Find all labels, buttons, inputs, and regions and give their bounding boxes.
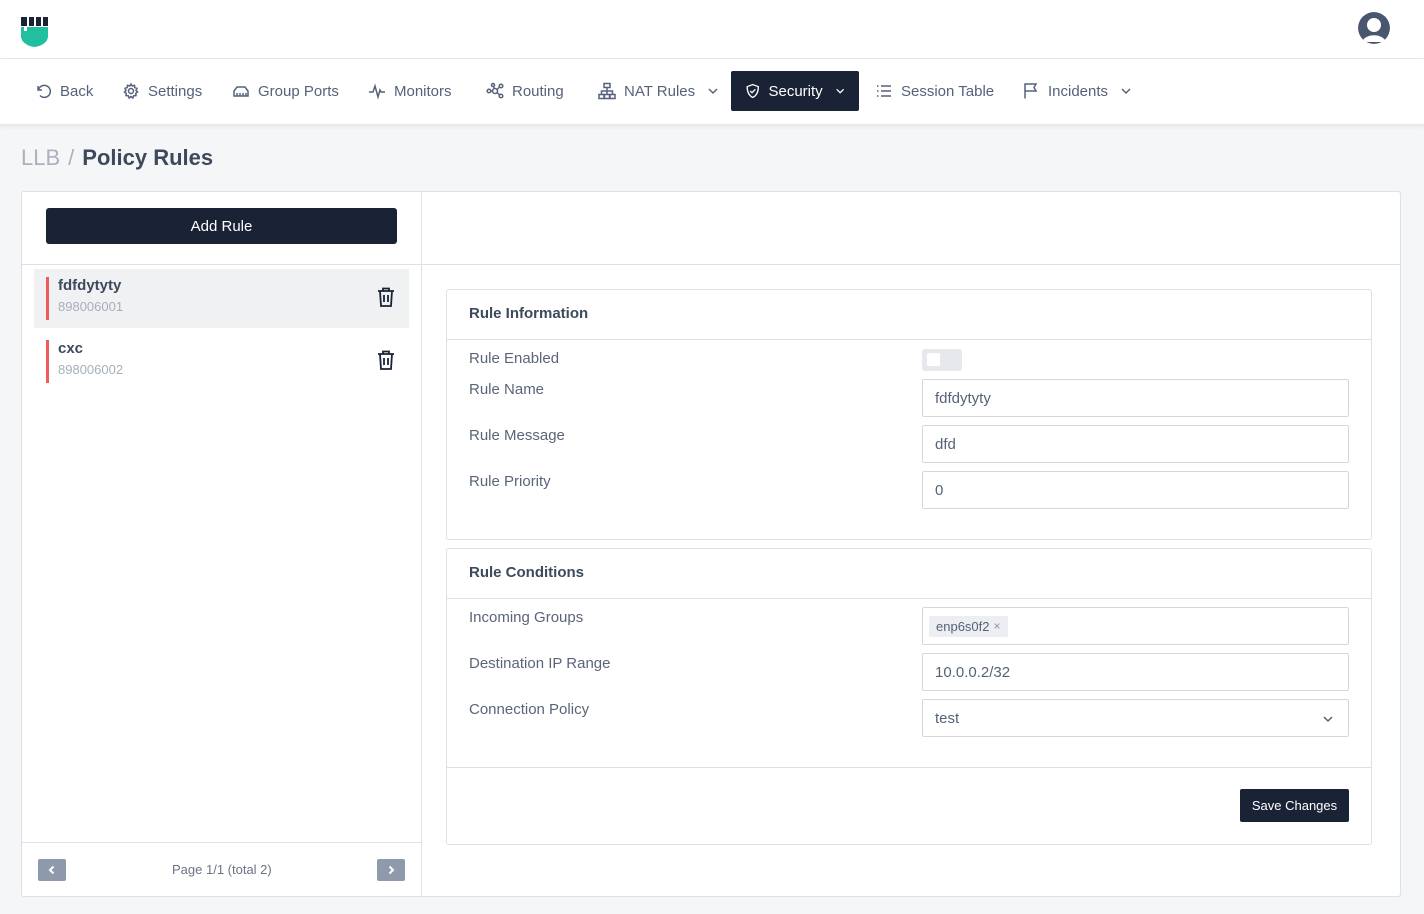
ports-icon (233, 86, 249, 97)
dest-ip-input[interactable]: 10.0.0.2/32 (922, 653, 1349, 691)
divider (447, 767, 1371, 768)
nav-label: Incidents (1048, 82, 1109, 100)
incoming-groups-label: Incoming Groups (469, 609, 584, 626)
nav-monitors[interactable]: Monitors (354, 71, 466, 111)
brand-logo-icon[interactable] (20, 16, 50, 48)
rule-status-bar (46, 340, 49, 383)
card-title: Rule Information (469, 305, 589, 322)
breadcrumb-separator: / (68, 145, 75, 170)
rule-list-item[interactable]: fdfdytyty 898006001 (34, 269, 409, 328)
trash-icon[interactable] (376, 286, 396, 308)
nav-label: Settings (148, 82, 203, 100)
nav-back[interactable]: Back (20, 71, 107, 111)
nav-nat-rules[interactable]: NAT Rules (584, 71, 733, 111)
rule-enabled-toggle[interactable] (922, 349, 962, 371)
breadcrumb: LLB / Policy Rules (21, 145, 213, 171)
undo-icon (37, 84, 52, 99)
next-page-button[interactable] (377, 859, 405, 881)
rule-enabled-label: Rule Enabled (469, 350, 560, 367)
nav-security[interactable]: Security (731, 71, 859, 111)
nav-label: Session Table (901, 82, 995, 100)
select-value: test (935, 709, 960, 727)
top-bar (0, 0, 1424, 59)
rules-sidebar: Add Rule fdfdytyty 898006001 cxc 8980060… (22, 192, 422, 896)
rule-priority-input[interactable]: 0 (922, 471, 1349, 509)
nav-settings[interactable]: Settings (108, 71, 216, 111)
user-avatar-icon[interactable] (1358, 12, 1390, 44)
rule-name: fdfdytyty (58, 277, 122, 294)
nav-incidents[interactable]: Incidents (1008, 71, 1146, 111)
chevron-down-icon (1121, 88, 1131, 95)
group-tag: enp6s0f2 × (929, 615, 1008, 637)
shield-icon (746, 83, 759, 99)
rule-id: 898006002 (58, 362, 124, 377)
rule-name: cxc (58, 340, 84, 357)
divider (447, 598, 1371, 599)
pulse-icon (369, 83, 385, 100)
chevron-left-icon (48, 865, 55, 875)
nav-label: Routing (512, 82, 564, 100)
nav-session-table[interactable]: Session Table (861, 71, 1008, 111)
pager-status: Page 1/1 (total 2) (172, 862, 272, 877)
main-nav: Back Settings Group Ports Monitors Routi… (0, 59, 1424, 125)
flag-icon (1024, 83, 1038, 99)
rule-message-label: Rule Message (469, 427, 565, 444)
breadcrumb-root[interactable]: LLB (21, 145, 60, 171)
connection-policy-label: Connection Policy (469, 701, 590, 718)
nav-group-ports[interactable]: Group Ports (218, 71, 353, 111)
prev-page-button[interactable] (38, 859, 66, 881)
chevron-down-icon (708, 88, 718, 95)
rule-name-input[interactable]: fdfdytyty (922, 379, 1349, 417)
list-icon (877, 85, 891, 97)
network-icon (598, 82, 616, 100)
tag-remove-icon[interactable]: × (994, 619, 1001, 633)
trash-icon[interactable] (376, 349, 396, 371)
main-panel: Add Rule fdfdytyty 898006001 cxc 8980060… (21, 191, 1401, 897)
nav-label: Monitors (394, 82, 452, 100)
rule-information-card: Rule Information Rule Enabled Rule Name … (446, 289, 1372, 540)
rule-message-input[interactable]: dfd (922, 425, 1349, 463)
rule-conditions-card: Rule Conditions Incoming Groups enp6s0f2… (446, 548, 1372, 845)
nav-routing[interactable]: Routing (472, 71, 578, 111)
routing-icon (486, 82, 504, 99)
gear-icon (123, 82, 139, 100)
rule-list-item[interactable]: cxc 898006002 (34, 332, 409, 391)
save-changes-button[interactable]: Save Changes (1240, 789, 1349, 822)
rule-status-bar (46, 277, 49, 320)
nav-label: Security (768, 82, 823, 100)
chevron-down-icon (1323, 716, 1333, 723)
rule-name-label: Rule Name (469, 381, 545, 398)
divider (22, 842, 421, 843)
rule-id: 898006001 (58, 299, 124, 314)
connection-policy-select[interactable]: test (922, 699, 1349, 737)
dest-ip-label: Destination IP Range (469, 655, 611, 672)
nav-label: NAT Rules (624, 82, 696, 100)
card-title: Rule Conditions (469, 564, 584, 581)
nav-label: Group Ports (258, 82, 339, 100)
add-rule-button[interactable]: Add Rule (46, 208, 397, 244)
chevron-right-icon (388, 865, 395, 875)
nav-label: Back (60, 82, 94, 100)
toggle-knob (927, 353, 940, 366)
divider (422, 264, 1400, 265)
tag-label: enp6s0f2 (936, 618, 990, 634)
chevron-down-icon (835, 88, 844, 94)
rule-priority-label: Rule Priority (469, 473, 551, 490)
divider (22, 264, 421, 265)
incoming-groups-input[interactable]: enp6s0f2 × (922, 607, 1349, 645)
page-title: Policy Rules (82, 145, 214, 170)
divider (447, 339, 1371, 340)
